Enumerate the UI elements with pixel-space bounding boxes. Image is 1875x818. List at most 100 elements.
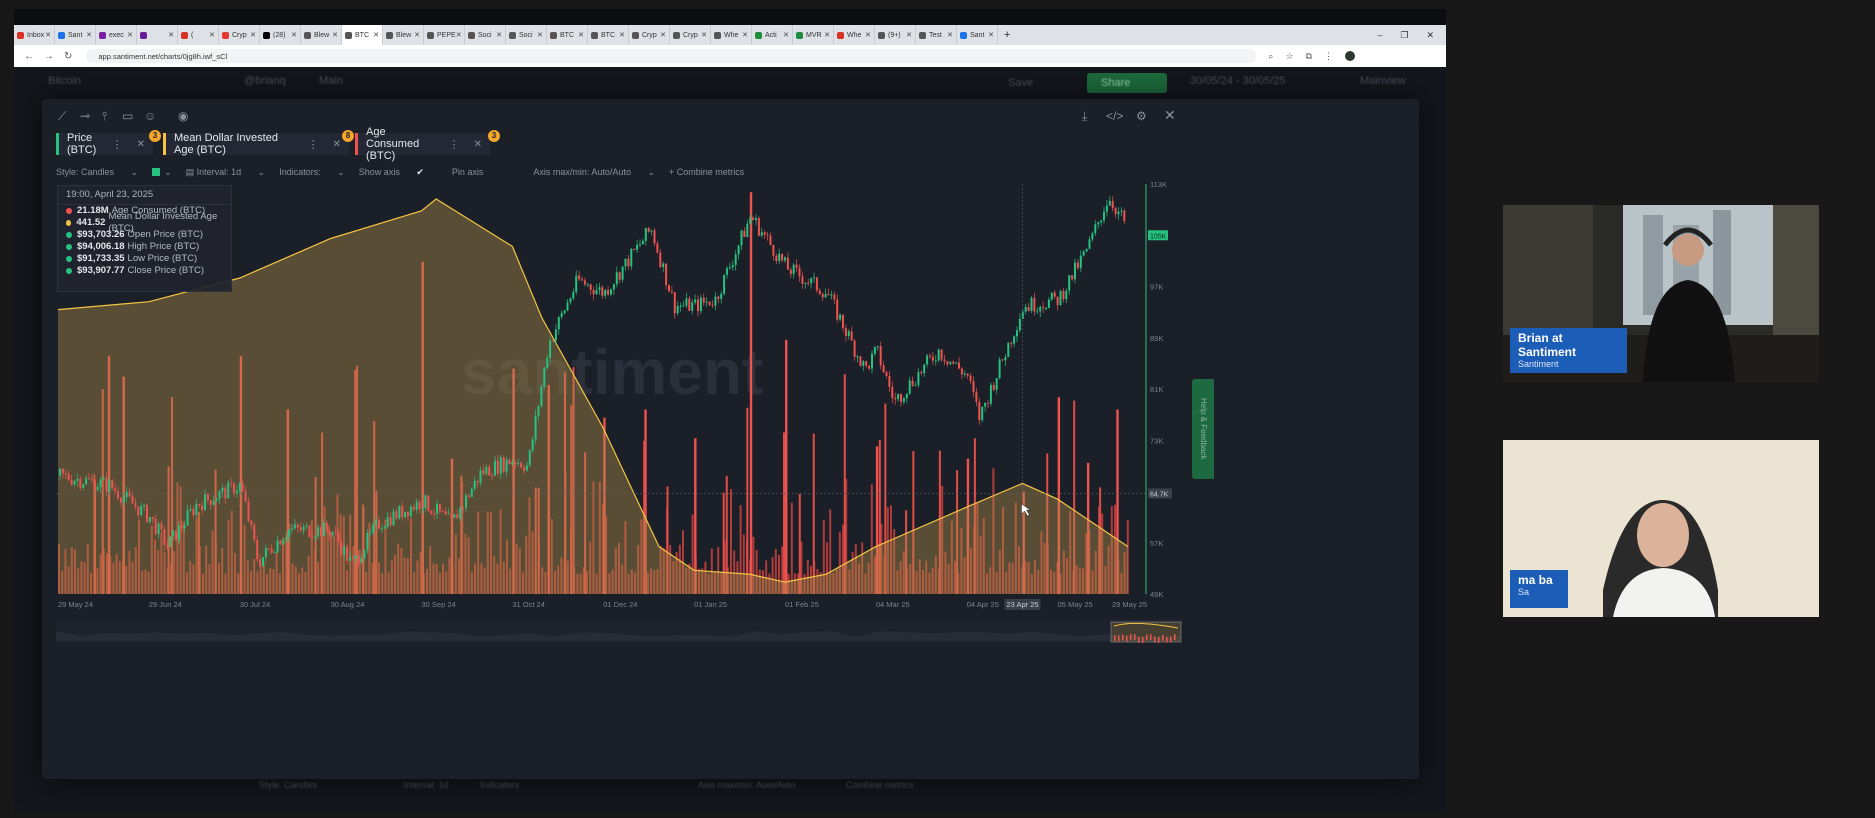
zoom-icon[interactable]: ⌕ [1268, 51, 1273, 62]
browser-tab[interactable]: Whe ✕ [834, 25, 875, 45]
metric-remove-icon[interactable]: ✕ [137, 139, 145, 150]
browser-tab[interactable]: Inbox ✕ [14, 25, 55, 45]
forward-icon[interactable]: → [44, 51, 54, 62]
combine-metrics-button[interactable]: + Combine metrics [669, 167, 744, 177]
metric-chip-mdia[interactable]: Mean Dollar Invested Age (BTC) ⋮ ✕ [163, 132, 349, 156]
metric-menu-icon[interactable]: ⋮ [449, 138, 460, 151]
show-axis-toggle[interactable]: Show axis ✔ [359, 167, 438, 178]
price-candle [888, 376, 891, 387]
tooltip-label: Low Price (BTC) [127, 253, 198, 264]
pin-axis-toggle[interactable]: Pin axis [452, 167, 498, 177]
price-candle [137, 506, 140, 516]
tab-close-icon[interactable]: ✕ [86, 31, 92, 39]
browser-tab[interactable]: Sant ✕ [957, 25, 998, 45]
note-icon[interactable]: ▭ [122, 109, 133, 123]
help-feedback-tab[interactable]: Help & Feedback [1192, 379, 1214, 479]
browser-tab[interactable]: Acti ✕ [752, 25, 793, 45]
tab-close-icon[interactable]: ✕ [168, 31, 174, 39]
tab-close-icon[interactable]: ✕ [209, 31, 215, 39]
axis-minmax-select[interactable]: Axis max/min: Auto/Auto ⌄ [533, 167, 655, 178]
menu-icon[interactable]: ⋮ [1324, 51, 1333, 62]
price-candle [1088, 239, 1091, 249]
new-tab-icon[interactable]: + [1004, 29, 1010, 41]
tooltip-value: $94,006.18 [77, 241, 125, 252]
browser-tab[interactable]: Cryp ✕ [219, 25, 260, 45]
metric-menu-icon[interactable]: ⋮ [308, 138, 319, 151]
browser-tab[interactable]: Soci ✕ [506, 25, 547, 45]
tab-close-icon[interactable]: ✕ [578, 31, 584, 39]
close-modal-icon[interactable]: ✕ [1164, 107, 1176, 124]
y-tick-label: 97K [1150, 283, 1163, 292]
eye-icon[interactable]: ◉ [178, 109, 188, 123]
browser-tab[interactable]: Test ✕ [916, 25, 957, 45]
browser-tab[interactable]: BTC ✕ [547, 25, 588, 45]
settings-gear-icon[interactable]: ⚙ [1136, 109, 1147, 123]
tab-close-icon[interactable]: ✕ [619, 31, 625, 39]
indicators-select[interactable]: Indicators: ⌄ [279, 167, 345, 178]
url-field[interactable]: app.santiment.net/charts/0jg8h.iwf_sCl [86, 49, 1257, 63]
vertical-line-icon[interactable]: ⫯ [102, 109, 107, 124]
tab-close-icon[interactable]: ✕ [332, 31, 338, 39]
browser-tab[interactable]: MVR ✕ [793, 25, 834, 45]
browser-tab[interactable]: PEPE ✕ [424, 25, 465, 45]
browser-tab[interactable]: Blew ✕ [301, 25, 342, 45]
tab-close-icon[interactable]: ✕ [988, 31, 994, 39]
profile-avatar[interactable] [1344, 51, 1355, 61]
browser-tab[interactable]: exec ✕ [96, 25, 137, 45]
tab-close-icon[interactable]: ✕ [250, 31, 256, 39]
tab-close-icon[interactable]: ✕ [456, 31, 462, 39]
browser-tab[interactable]: Cryp ✕ [629, 25, 670, 45]
tab-close-icon[interactable]: ✕ [45, 31, 51, 39]
price-candle [862, 361, 865, 366]
horizontal-line-icon[interactable]: ⊸ [80, 109, 90, 123]
tab-close-icon[interactable]: ✕ [783, 31, 789, 39]
browser-tab[interactable]: (9+) ✕ [875, 25, 916, 45]
tab-close-icon[interactable]: ✕ [414, 31, 420, 39]
tab-close-icon[interactable]: ✕ [373, 31, 379, 39]
browser-tab[interactable]: Whe ✕ [711, 25, 752, 45]
tab-close-icon[interactable]: ✕ [291, 31, 297, 39]
tab-close-icon[interactable]: ✕ [906, 31, 912, 39]
download-icon[interactable]: ⤓ [1082, 109, 1087, 124]
style-select[interactable]: Style: Candles ⌄ [56, 167, 138, 178]
color-select[interactable]: ⌄ [152, 167, 172, 178]
tab-close-icon[interactable]: ✕ [701, 31, 707, 39]
minimize-icon[interactable]: – [1377, 30, 1382, 41]
browser-tab[interactable]: ✕ [137, 25, 178, 45]
restore-icon[interactable]: ❐ [1400, 30, 1408, 41]
tab-close-icon[interactable]: ✕ [865, 31, 871, 39]
tab-close-icon[interactable]: ✕ [947, 31, 953, 39]
tab-close-icon[interactable]: ✕ [824, 31, 830, 39]
price-candle [566, 302, 569, 311]
metric-remove-icon[interactable]: ✕ [333, 139, 341, 150]
price-candle [711, 305, 714, 307]
price-candle [911, 380, 914, 386]
metric-chip-price[interactable]: Price (BTC) ⋮ ✕ [56, 132, 153, 156]
back-icon[interactable]: ← [24, 51, 34, 62]
close-window-icon[interactable]: ✕ [1426, 30, 1434, 41]
metric-menu-icon[interactable]: ⋮ [112, 138, 123, 151]
tab-close-icon[interactable]: ✕ [496, 31, 502, 39]
embed-code-icon[interactable]: </> [1106, 109, 1123, 123]
metric-remove-icon[interactable]: ✕ [474, 139, 482, 150]
browser-tab[interactable]: BTC ✕ [342, 25, 383, 45]
tab-close-icon[interactable]: ✕ [127, 31, 133, 39]
tab-close-icon[interactable]: ✕ [660, 31, 666, 39]
tab-close-icon[interactable]: ✕ [537, 31, 543, 39]
browser-tab[interactable]: Soci ✕ [465, 25, 506, 45]
browser-tab[interactable]: BTC ✕ [588, 25, 629, 45]
metric-chip-age-consumed[interactable]: Age Consumed (BTC) ⋮ ✕ [355, 126, 490, 162]
extensions-icon[interactable]: ⧉ [1306, 51, 1312, 62]
trend-line-icon[interactable]: ⟋ [58, 109, 66, 124]
emoji-icon[interactable]: ☺ [144, 109, 156, 123]
browser-tab[interactable]: Cryp ✕ [670, 25, 711, 45]
browser-tab[interactable]: (28) ✕ [260, 25, 301, 45]
bookmark-star-icon[interactable]: ☆ [1285, 51, 1293, 62]
price-candle [1004, 357, 1007, 361]
reload-icon[interactable]: ↻ [64, 51, 72, 62]
browser-tab[interactable]: (✕ [178, 25, 219, 45]
browser-tab[interactable]: Blew ✕ [383, 25, 424, 45]
interval-select[interactable]: ▤ Interval: 1d ⌄ [186, 167, 266, 178]
tab-close-icon[interactable]: ✕ [742, 31, 748, 39]
browser-tab[interactable]: Sant ✕ [55, 25, 96, 45]
